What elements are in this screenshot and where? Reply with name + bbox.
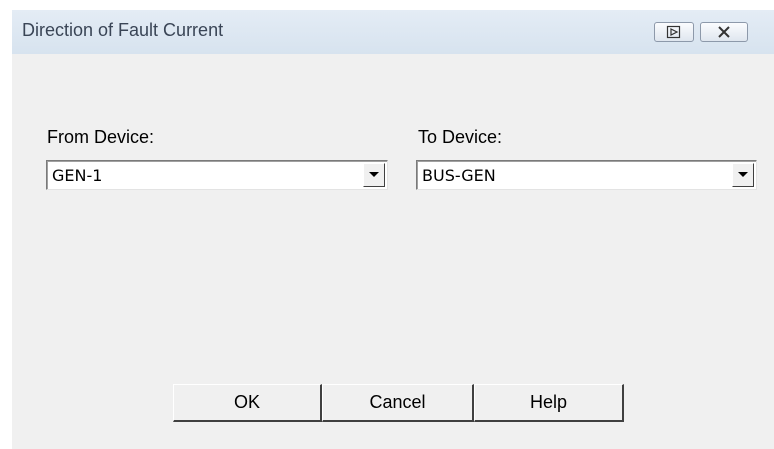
to-device-select[interactable]: BUS-GEN xyxy=(416,160,757,190)
chevron-down-icon xyxy=(369,172,379,177)
fault-direction-dialog: Direction of Fault Current From Device: … xyxy=(12,10,774,449)
close-icon xyxy=(718,26,730,38)
restore-button[interactable] xyxy=(654,22,694,42)
from-device-dropdown-button[interactable] xyxy=(363,163,385,187)
ok-button[interactable]: OK xyxy=(173,384,322,422)
from-device-value: GEN-1 xyxy=(52,166,103,185)
close-button[interactable] xyxy=(700,22,748,42)
to-device-dropdown-button[interactable] xyxy=(732,163,754,187)
chevron-down-icon xyxy=(738,172,748,177)
from-device-label: From Device: xyxy=(47,127,155,147)
to-device-label: To Device: xyxy=(418,127,503,147)
from-device-select[interactable]: GEN-1 xyxy=(46,160,388,190)
to-device-value: BUS-GEN xyxy=(422,166,496,185)
title-bar: Direction of Fault Current xyxy=(12,10,774,54)
cancel-button[interactable]: Cancel xyxy=(322,384,474,422)
restore-icon xyxy=(666,25,681,39)
window-title: Direction of Fault Current xyxy=(22,20,224,40)
help-button[interactable]: Help xyxy=(474,384,624,422)
